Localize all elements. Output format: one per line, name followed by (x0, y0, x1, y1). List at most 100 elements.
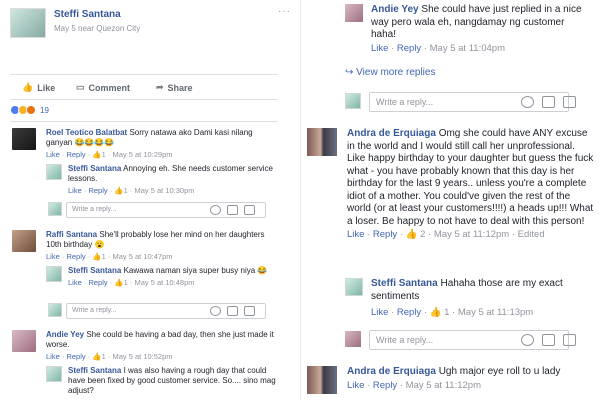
comment-reply-link[interactable]: Reply (373, 229, 397, 240)
comment-footer: Like · Reply · 👍 2 · May 5 at 11:12pm · … (347, 229, 545, 240)
emoji-icon[interactable] (521, 96, 534, 108)
commenter-avatar[interactable] (12, 230, 36, 252)
camera-icon[interactable] (227, 205, 238, 215)
comment-like-link[interactable]: Like (46, 252, 60, 261)
comment-like-count: 1 (101, 150, 106, 159)
comment: Andra de Erquiaga Ugh major eye roll to … (307, 366, 599, 400)
comment-time[interactable]: May 5 at 10:52pm (112, 352, 172, 361)
reply-like-link[interactable]: Like (371, 307, 388, 318)
comment-like-link[interactable]: Like (347, 229, 364, 240)
reply-like-link[interactable]: Like (371, 43, 388, 54)
reply-like-count: 1 (444, 307, 450, 318)
reply-composer: Write a reply... (345, 92, 595, 112)
reply-like-link[interactable]: Like (68, 278, 82, 287)
like-label: Like (37, 82, 56, 93)
post-author-name[interactable]: Steffi Santana (54, 9, 121, 20)
replier-avatar[interactable] (46, 366, 62, 382)
post-author-avatar[interactable] (10, 8, 46, 38)
camera-icon[interactable] (227, 306, 238, 316)
comment-text: Omg she could have ANY excuse in the wor… (347, 128, 594, 227)
like-count-icon: 👍 (92, 150, 102, 159)
comment-like-link[interactable]: Like (46, 150, 60, 159)
commenter-name[interactable]: Andra de Erquiaga (347, 128, 436, 139)
share-icon: ➦ (156, 82, 164, 92)
comment-like-link[interactable]: Like (347, 380, 364, 391)
reply-time[interactable]: May 5 at 11:04pm (430, 43, 505, 54)
reactions-summary[interactable]: 19 (10, 104, 49, 116)
thumbs-up-icon: 👍 (22, 82, 34, 92)
reaction-count[interactable]: 19 (40, 106, 49, 115)
reply-footer: Like · Reply · 👍1 · May 5 at 10:48pm (68, 278, 195, 287)
commenter-avatar[interactable] (12, 128, 36, 150)
replier-name[interactable]: Steffi Santana (68, 266, 121, 275)
divider (10, 121, 278, 122)
reply-composer: Write a reply... (48, 303, 288, 319)
comment-time[interactable]: May 5 at 10:29pm (112, 150, 172, 159)
comment: Raffi Santana She'll probably lose her m… (12, 230, 292, 264)
share-label: Share (167, 82, 193, 93)
gif-icon[interactable] (563, 96, 576, 108)
reply-footer: Like · Reply · May 5 at 11:04pm (371, 42, 505, 54)
commenter-avatar[interactable] (307, 128, 337, 156)
comment-time[interactable]: May 5 at 11:12pm (434, 229, 509, 240)
edited-label[interactable]: Edited (518, 229, 545, 240)
gif-icon[interactable] (563, 334, 576, 346)
comment-like-count: 2 (420, 229, 426, 240)
like-count-icon: 👍 (114, 278, 124, 287)
reply-time[interactable]: May 5 at 11:13pm (458, 307, 533, 318)
comment-reply-link[interactable]: Reply (66, 252, 85, 261)
commenter-avatar[interactable] (12, 330, 36, 352)
comment-reply-link[interactable]: Reply (373, 380, 397, 391)
emoji-icon[interactable] (210, 306, 221, 316)
comment-button[interactable]: ▭ Comment (76, 82, 130, 93)
post-actions: 👍 Like ▭ Comment ➦ Share (10, 82, 280, 96)
composer-avatar (48, 202, 62, 216)
commenter-name[interactable]: Roel Teotico Balatbat (46, 128, 127, 137)
composer-avatar (345, 93, 361, 109)
replier-name[interactable]: Steffi Santana (371, 278, 438, 289)
post-menu-icon[interactable]: ··· (278, 6, 291, 17)
replier-avatar[interactable] (46, 164, 62, 180)
commenter-name[interactable]: Andie Yey (46, 330, 84, 339)
comment-time[interactable]: May 5 at 10:47pm (112, 252, 172, 261)
divider (10, 99, 278, 100)
commenter-name[interactable]: Raffi Santana (46, 230, 97, 239)
reply-footer: Like · Reply · 👍 1 · May 5 at 11:13pm (371, 307, 534, 318)
reply-reply-link[interactable]: Reply (88, 186, 107, 195)
replier-name[interactable]: Steffi Santana (68, 164, 121, 173)
comment-time[interactable]: May 5 at 11:12pm (406, 380, 481, 391)
reply: Steffi Santana I was also having a rough… (46, 366, 286, 400)
like-button[interactable]: 👍 Like (22, 82, 55, 93)
comment-reply-link[interactable]: Reply (66, 352, 85, 361)
replier-name[interactable]: Andie Yey (371, 4, 419, 15)
comment: Andie Yey She could be having a bad day,… (12, 330, 292, 364)
reply-reply-link[interactable]: Reply (397, 307, 421, 318)
reply: Steffi Santana Kawawa naman siya super b… (46, 266, 286, 298)
post-meta: May 5 near Quezon City (54, 24, 141, 33)
commenter-name[interactable]: Andra de Erquiaga (347, 366, 436, 377)
emoji-icon[interactable] (210, 205, 221, 215)
reply-time[interactable]: May 5 at 10:48pm (134, 278, 194, 287)
view-more-replies[interactable]: ↪ View more replies (345, 67, 435, 78)
emoji-icon[interactable] (521, 334, 534, 346)
camera-icon[interactable] (542, 96, 555, 108)
replier-avatar[interactable] (345, 4, 363, 22)
reply-footer: Like · Reply · 👍1 · May 5 at 10:30pm (68, 186, 195, 195)
replier-avatar[interactable] (345, 278, 363, 296)
commenter-avatar[interactable] (307, 366, 337, 394)
gif-icon[interactable] (244, 306, 255, 316)
comment-like-link[interactable]: Like (46, 352, 60, 361)
replier-avatar[interactable] (46, 266, 62, 282)
reply-time[interactable]: May 5 at 10:30pm (134, 186, 194, 195)
reply-reply-link[interactable]: Reply (88, 278, 107, 287)
camera-icon[interactable] (542, 334, 555, 346)
like-count-icon: 👍 (92, 252, 102, 261)
reply-like-link[interactable]: Like (68, 186, 82, 195)
comment-footer: Like · Reply · 👍1 · May 5 at 10:29pm (46, 150, 173, 159)
reply-reply-link[interactable]: Reply (397, 43, 421, 54)
like-count-icon: 👍 (114, 186, 124, 195)
gif-icon[interactable] (244, 205, 255, 215)
comment-reply-link[interactable]: Reply (66, 150, 85, 159)
share-button[interactable]: ➦ Share (156, 82, 193, 93)
replier-name[interactable]: Steffi Santana (68, 366, 121, 375)
